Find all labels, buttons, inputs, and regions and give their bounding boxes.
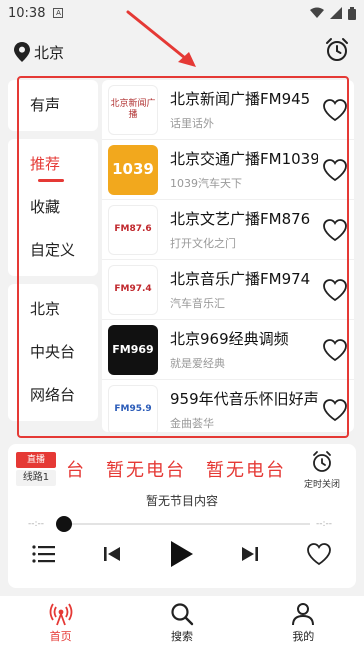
- station-logo: 北京新闻广播: [108, 84, 158, 135]
- favorite-heart-icon[interactable]: [306, 542, 332, 566]
- station-subtitle: 话里话外: [170, 117, 214, 130]
- search-icon: [171, 603, 194, 626]
- station-logo-text: 北京新闻广播: [110, 98, 156, 120]
- station-row[interactable]: FM969 北京969经典调频 就是爱经典: [102, 320, 354, 380]
- station-row[interactable]: FM87.6 北京文艺广播FM876 打开文化之门: [102, 200, 354, 260]
- playlist-icon[interactable]: [31, 544, 56, 564]
- top-bar: 北京: [0, 34, 364, 70]
- station-title: 北京文艺广播FM876: [170, 210, 311, 228]
- station-row[interactable]: 1039 北京交通广播FM1039 1039汽车天下: [102, 140, 354, 200]
- user-icon: [292, 603, 315, 626]
- station-meta: 北京交通广播FM1039 1039汽车天下: [170, 148, 318, 191]
- station-meta: 北京新闻广播FM945 话里话外: [170, 88, 318, 131]
- station-logo-text: FM97.4: [114, 284, 152, 294]
- current-time: --:--: [28, 519, 45, 529]
- nav-profile[interactable]: 我的: [243, 596, 364, 650]
- progress-knob[interactable]: [56, 516, 72, 532]
- station-meta: 北京文艺广播FM876 打开文化之门: [170, 208, 318, 251]
- station-logo: FM97.4: [108, 264, 158, 315]
- station-logo: FM969: [108, 324, 158, 375]
- tab-audio[interactable]: 有声: [8, 84, 98, 127]
- station-title: 北京969经典调频: [170, 330, 289, 348]
- status-time: 10:38: [8, 5, 46, 21]
- sleep-timer-button[interactable]: 定时关闭: [302, 450, 342, 490]
- progress-bar: --:-- --:--: [28, 516, 338, 532]
- station-row[interactable]: FM95.9 959年代音乐怀旧好声音 金曲荟华: [102, 380, 354, 432]
- live-badge: 直播: [16, 452, 56, 468]
- station-logo-text: 1039: [112, 160, 154, 178]
- battery-icon: [348, 6, 356, 20]
- favorite-heart-icon[interactable]: [322, 98, 348, 122]
- favorite-heart-icon[interactable]: [322, 158, 348, 182]
- station-title: 北京新闻广播FM945: [170, 90, 311, 108]
- tab-group-audio: 有声: [8, 80, 98, 131]
- tab-network[interactable]: 网络台: [8, 374, 98, 417]
- nav-search-label: 搜索: [170, 630, 193, 643]
- category-tabs: 有声 推荐 收藏 自定义 北京 中央台 网络台: [8, 80, 98, 429]
- alarm-button[interactable]: [324, 37, 350, 67]
- station-subtitle: 1039汽车天下: [170, 177, 242, 190]
- tab-group-main: 推荐 收藏 自定义: [8, 139, 98, 276]
- status-bar: 10:38 A: [0, 0, 364, 26]
- station-subtitle: 就是爱经典: [170, 357, 225, 370]
- station-title: 北京音乐广播FM974: [170, 270, 311, 288]
- broadcast-icon: [49, 603, 73, 626]
- location-pin-icon: [14, 42, 30, 62]
- station-title: 北京交通广播FM1039: [170, 150, 318, 168]
- station-logo-text: FM87.6: [114, 224, 152, 234]
- station-title: 959年代音乐怀旧好声音: [170, 390, 318, 408]
- playback-controls: [8, 540, 356, 568]
- station-subtitle: 汽车音乐汇: [170, 297, 225, 310]
- station-subtitle: 打开文化之门: [170, 237, 236, 250]
- nav-home-label: 首页: [49, 630, 72, 643]
- tab-recommend[interactable]: 推荐: [8, 143, 98, 186]
- program-info: 暂无节目内容: [145, 494, 218, 508]
- favorite-heart-icon[interactable]: [322, 218, 348, 242]
- favorite-heart-icon[interactable]: [322, 338, 348, 362]
- station-list: 北京新闻广播 北京新闻广播FM945 话里话外 1039 北京交通广播FM103…: [102, 80, 354, 432]
- player-panel: 直播 线路1 台 暂无电台 暂无电台 定时关闭 暂无节目内容 --:-- --:…: [8, 444, 356, 588]
- station-logo: FM95.9: [108, 384, 158, 432]
- notification-icon: A: [53, 8, 64, 18]
- sleep-timer-label: 定时关闭: [303, 480, 340, 490]
- nav-home[interactable]: 首页: [0, 596, 121, 650]
- nav-search[interactable]: 搜索: [121, 596, 242, 650]
- station-meta: 北京音乐广播FM974 汽车音乐汇: [170, 268, 318, 311]
- tab-central[interactable]: 中央台: [8, 331, 98, 374]
- tab-beijing[interactable]: 北京: [8, 288, 98, 331]
- bottom-navigation: 首页 搜索 我的: [0, 596, 364, 650]
- station-logo-text: FM969: [112, 343, 154, 356]
- tab-custom[interactable]: 自定义: [8, 229, 98, 272]
- station-logo: 1039: [108, 144, 158, 195]
- timer-clock-icon: [313, 451, 331, 472]
- nav-profile-label: 我的: [292, 630, 315, 643]
- favorite-heart-icon[interactable]: [322, 398, 348, 422]
- station-meta: 北京969经典调频 就是爱经典: [170, 328, 318, 371]
- total-time: --:--: [316, 519, 333, 529]
- tab-group-region: 北京 中央台 网络台: [8, 284, 98, 421]
- status-icons: [310, 6, 356, 20]
- location-selector[interactable]: 北京: [14, 42, 64, 63]
- signal-icon: [330, 7, 342, 19]
- station-subtitle: 金曲荟华: [170, 417, 214, 430]
- wifi-icon: [310, 7, 324, 18]
- favorite-heart-icon[interactable]: [322, 278, 348, 302]
- line-select-button[interactable]: 线路1: [16, 470, 56, 486]
- station-logo-text: FM95.9: [114, 404, 152, 414]
- now-playing-marquee: 台 暂无电台 暂无电台: [66, 460, 286, 481]
- location-label: 北京: [34, 43, 65, 62]
- previous-icon[interactable]: [103, 545, 121, 563]
- station-meta: 959年代音乐怀旧好声音 金曲荟华: [170, 388, 318, 431]
- alarm-clock-icon: [326, 38, 348, 61]
- next-icon[interactable]: [241, 545, 259, 563]
- tab-favorites[interactable]: 收藏: [8, 186, 98, 229]
- station-row[interactable]: 北京新闻广播 北京新闻广播FM945 话里话外: [102, 80, 354, 140]
- play-icon[interactable]: [168, 540, 194, 568]
- progress-track[interactable]: [56, 516, 310, 532]
- station-row[interactable]: FM97.4 北京音乐广播FM974 汽车音乐汇: [102, 260, 354, 320]
- station-logo: FM87.6: [108, 204, 158, 255]
